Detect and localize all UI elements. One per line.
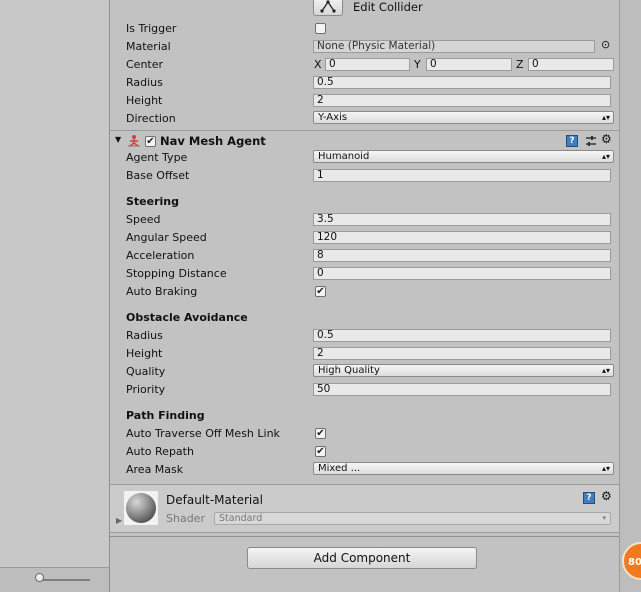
agent-type-dropdown[interactable]: Humanoid ▴▾ [313,150,614,163]
base-offset-label: Base Offset [126,169,190,182]
component-divider [110,130,619,131]
material-gear-icon[interactable]: ⚙ [601,489,612,503]
angular-speed-label: Angular Speed [126,231,207,244]
oa-radius-field[interactable]: 0.5 [313,329,611,342]
center-label: Center [126,58,164,71]
priority-field[interactable]: 50 [313,383,611,396]
direction-dropdown[interactable]: Y-Axis ▴▾ [313,111,614,124]
nav-mesh-agent-title: Nav Mesh Agent [160,134,266,148]
material-preview-sphere [124,491,158,525]
height-field[interactable]: 2 [313,94,611,107]
priority-label: Priority [126,383,166,396]
obstacle-avoidance-header: Obstacle Avoidance [126,311,248,324]
direction-value: Y-Axis [318,112,348,123]
center-z-label: Z [516,58,524,71]
zoom-slider-knob[interactable] [35,573,44,582]
dropdown-arrows-icon: ▴▾ [601,113,610,122]
quality-label: Quality [126,365,166,378]
direction-label: Direction [126,112,176,125]
oa-height-field[interactable]: 2 [313,347,611,360]
nav-mesh-agent-enabled-checkbox[interactable]: ✔ [145,136,156,147]
inspector-panel: Edit Collider Is Trigger Material None (… [110,0,619,592]
shader-dropdown[interactable]: Standard ▾ [214,512,611,525]
path-finding-header: Path Finding [126,409,205,422]
speed-field[interactable]: 3.5 [313,213,611,226]
dropdown-arrows-icon: ▴▾ [601,464,610,473]
zoom-slider-track[interactable] [36,579,90,581]
agent-type-label: Agent Type [126,151,188,164]
center-x-field[interactable]: 0 [325,58,410,71]
edit-collider-label: Edit Collider [353,0,423,14]
nav-mesh-agent-icon [128,135,140,147]
area-mask-dropdown[interactable]: Mixed ... ▴▾ [313,462,614,475]
steering-header: Steering [126,195,180,208]
auto-traverse-label: Auto Traverse Off Mesh Link [126,427,280,440]
foldout-arrow-icon[interactable]: ▼ [115,135,121,144]
auto-repath-checkbox[interactable]: ✔ [315,446,326,457]
shader-value: Standard [219,513,263,524]
auto-traverse-checkbox[interactable]: ✔ [315,428,326,439]
area-mask-label: Area Mask [126,463,184,476]
auto-braking-label: Auto Braking [126,285,198,298]
is-trigger-checkbox[interactable] [315,23,326,34]
center-y-field[interactable]: 0 [426,58,512,71]
radius-label: Radius [126,76,163,89]
notification-badge-count: 80 [628,557,641,568]
stopping-distance-label: Stopping Distance [126,267,227,280]
help-icon[interactable]: ? [566,135,578,147]
inspector-scrollbar[interactable] [619,0,641,592]
material-header: ▶ Default-Material Shader Standard ▾ ? ⚙ [110,485,619,533]
acceleration-field[interactable]: 8 [313,249,611,262]
project-footer [0,567,109,592]
auto-repath-label: Auto Repath [126,445,194,458]
add-component-button[interactable]: Add Component [247,547,477,569]
angular-speed-field[interactable]: 120 [313,231,611,244]
object-picker-icon[interactable]: ⊙ [601,38,610,51]
dropdown-arrows-icon: ▴▾ [601,152,610,161]
quality-dropdown[interactable]: High Quality ▴▾ [313,364,614,377]
project-pane [0,0,110,592]
radius-field[interactable]: 0.5 [313,76,611,89]
edit-collider-button[interactable] [313,0,343,16]
material-help-icon[interactable]: ? [583,492,595,504]
settings-gear-icon[interactable]: ⚙ [601,132,612,146]
area-mask-value: Mixed ... [318,463,361,474]
oa-height-label: Height [126,347,163,360]
add-component-label: Add Component [313,551,411,565]
agent-type-value: Humanoid [318,151,370,162]
oa-radius-label: Radius [126,329,163,342]
material-field[interactable]: None (Physic Material) [313,40,595,53]
edit-collider-icon [320,0,336,13]
base-offset-field[interactable]: 1 [313,169,611,182]
height-label: Height [126,94,163,107]
quality-value: High Quality [318,365,380,376]
is-trigger-label: Is Trigger [126,22,177,35]
material-expand-icon[interactable]: ▶ [116,516,122,525]
auto-braking-checkbox[interactable]: ✔ [315,286,326,297]
speed-label: Speed [126,213,161,226]
dropdown-arrows-icon: ▴▾ [601,366,610,375]
acceleration-label: Acceleration [126,249,195,262]
inspector-divider [110,536,619,537]
center-y-label: Y [414,58,421,71]
center-z-field[interactable]: 0 [528,58,614,71]
material-name: Default-Material [166,493,263,507]
shader-label: Shader [166,512,205,525]
center-x-label: X [314,58,322,71]
dropdown-arrow-icon: ▾ [602,514,606,522]
material-label: Material [126,40,171,53]
preset-icon[interactable] [585,135,597,147]
stopping-distance-field[interactable]: 0 [313,267,611,280]
